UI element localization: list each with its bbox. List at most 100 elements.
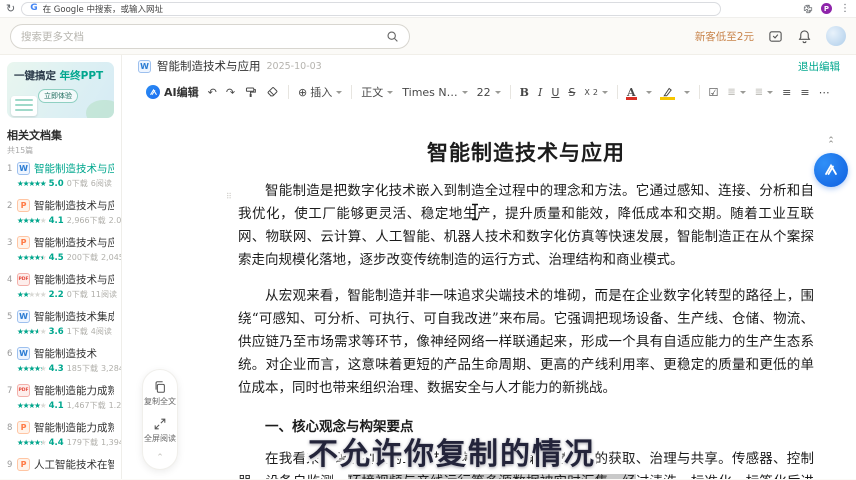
- doc-item-rating: 3.6: [49, 327, 64, 337]
- search-icon[interactable]: [386, 30, 399, 43]
- promo-banner[interactable]: 一键搞定 年终PPT 立即体验: [7, 62, 114, 118]
- format-painter-icon[interactable]: [244, 86, 257, 99]
- editor-toolbar: AI编辑 ↶ ↷ ⊕插入 正文 Times N… 22 B I U S X2 A: [122, 77, 856, 107]
- bell-icon[interactable]: [797, 29, 812, 44]
- doc-item-title[interactable]: 智能制造技术与应用: [34, 198, 114, 213]
- chevron-down-icon: [646, 91, 652, 94]
- browser-menu-icon[interactable]: ⋮: [840, 3, 850, 14]
- banner-cta-button[interactable]: 立即体验: [38, 89, 78, 103]
- w-file-icon: W: [17, 310, 30, 323]
- banner-title-accent: 年终PPT: [60, 70, 104, 82]
- doc-item-rating: 4.3: [49, 364, 64, 374]
- sidebar-section-title: 相关文档集: [7, 127, 114, 143]
- related-doc-item[interactable]: 6W智能制造技术★★★★★★★★★★4.3185下载3,284阅读: [7, 346, 114, 374]
- doc-item-title[interactable]: 智能制造技术: [34, 346, 97, 361]
- ai-assistant-button[interactable]: [814, 153, 848, 187]
- chevron-down-icon: [602, 91, 608, 94]
- doc-item-rank: 2: [7, 201, 13, 211]
- subscript-button[interactable]: X2: [584, 88, 608, 97]
- numbered-list-button[interactable]: ≣: [727, 87, 745, 98]
- doc-item-rating: 4.1: [49, 401, 64, 411]
- more-tools-button[interactable]: ⋯: [819, 86, 830, 99]
- strikethrough-button[interactable]: S: [568, 86, 575, 99]
- doc-item-downloads: 179下载: [67, 437, 98, 448]
- document-page: 智能制造技术与应用 智能制造是把数字化技术嵌入到制造全过程中的理念和方法。它通过…: [238, 107, 814, 479]
- related-doc-item[interactable]: 8P智能制造能力成熟度…★★★★★★★★★★4.4179下载1,394阅读: [7, 420, 114, 448]
- font-family-dropdown[interactable]: Times N…: [402, 86, 467, 99]
- doc-item-title[interactable]: 智能制造技术集成与…: [34, 309, 114, 324]
- fullscreen-icon: [153, 417, 167, 431]
- reload-icon[interactable]: ↻: [6, 3, 15, 14]
- related-doc-item[interactable]: 9P人工智能技术在智能: [7, 457, 114, 472]
- doc-item-title[interactable]: 智能制造能力成熟度…: [34, 383, 114, 398]
- font-size-dropdown[interactable]: 22: [477, 86, 501, 99]
- eraser-icon[interactable]: [266, 86, 279, 99]
- doc-item-title[interactable]: 智能制造技术与应用: [34, 235, 114, 250]
- doc-item-title[interactable]: 智能制造技术与应用: [34, 272, 114, 287]
- doc-paragraph-1: 智能制造是把数字化技术嵌入到制造全过程中的理念和方法。它通过感知、连接、分析和自…: [238, 180, 814, 272]
- doc-item-title[interactable]: 智能制造技术与应用: [34, 161, 114, 176]
- doc-item-reads: 3,284阅读: [101, 363, 122, 374]
- document-canvas[interactable]: ⠿ 智能制造技术与应用 智能制造是把数字化技术嵌入到制造全过程中的理念和方法。它…: [122, 107, 856, 479]
- document-date: 2025-10-03: [267, 61, 322, 72]
- sidebar-doc-count: 共15篇: [7, 145, 114, 156]
- insert-button[interactable]: ⊕插入: [298, 84, 342, 100]
- doc-search-input[interactable]: 搜索更多文档: [10, 24, 410, 49]
- doc-item-title[interactable]: 人工智能技术在智能: [34, 457, 114, 472]
- video-subtitle-overlay: 不允许你复制的情况: [172, 429, 732, 473]
- related-doc-item[interactable]: 1W智能制造技术与应用★★★★★★★★★★5.00下载6阅读: [7, 161, 114, 189]
- paragraph-style-dropdown[interactable]: 正文: [361, 84, 393, 100]
- bold-button[interactable]: B: [520, 86, 529, 99]
- star-rating-icon: ★★★★★★★★★★: [17, 254, 46, 262]
- underline-button[interactable]: U: [551, 86, 559, 99]
- browser-profile-avatar[interactable]: P: [821, 3, 832, 14]
- font-color-button[interactable]: A: [627, 86, 636, 99]
- indent-button[interactable]: ≡: [782, 86, 791, 99]
- checkbox-list-button[interactable]: ☑: [709, 86, 719, 99]
- doc-paragraph-2: 从宏观来看，智能制造并非一味追求尖端技术的堆砌，而是在企业数字化转型的路径上，围…: [238, 285, 814, 400]
- related-doc-item[interactable]: 5W智能制造技术集成与…★★★★★★★★★★3.61下载4阅读: [7, 309, 114, 337]
- chevron-down-icon: [336, 91, 342, 94]
- extensions-icon[interactable]: [803, 4, 813, 14]
- double-chevron-up-icon[interactable]: ⌃⌃: [827, 139, 835, 147]
- exit-edit-button[interactable]: 退出编辑: [798, 59, 840, 74]
- related-doc-item[interactable]: 3P智能制造技术与应用★★★★★★★★★★4.5200下载2,045阅读: [7, 235, 114, 263]
- coupon-box-icon[interactable]: [768, 29, 783, 44]
- italic-button[interactable]: I: [538, 86, 542, 99]
- word-file-icon: W: [138, 60, 151, 73]
- undo-button[interactable]: ↶: [208, 86, 217, 99]
- doc-item-rank: 7: [7, 386, 13, 396]
- related-doc-item[interactable]: 4PDF智能制造技术与应用★★★★★★★★★★2.20下载11阅读: [7, 272, 114, 300]
- app-frame: ↻ G 在 Google 中搜索，或输入网址 P ⋮ 搜索更多文档 新客低至2元…: [0, 0, 856, 480]
- address-bar-text: 在 Google 中搜索，或输入网址: [43, 3, 163, 15]
- related-docs-sidebar: 一键搞定 年终PPT 立即体验 相关文档集 共15篇 1W智能制造技术与应用★★…: [0, 55, 122, 479]
- ai-edit-button[interactable]: AI编辑: [146, 84, 199, 100]
- document-header: W 智能制造技术与应用 2025-10-03 退出编辑: [122, 55, 856, 77]
- collapse-chevron-icon[interactable]: ⌃: [156, 454, 164, 463]
- document-title-label: 智能制造技术与应用: [157, 58, 261, 74]
- banner-blob-decoration: [86, 100, 114, 118]
- related-doc-list: 1W智能制造技术与应用★★★★★★★★★★5.00下载6阅读2P智能制造技术与应…: [7, 161, 114, 472]
- search-placeholder: 搜索更多文档: [21, 29, 386, 44]
- user-avatar[interactable]: [826, 26, 846, 46]
- doc-item-reads: 6阅读: [91, 178, 112, 189]
- paragraph-drag-handle[interactable]: ⠿: [226, 192, 233, 201]
- doc-item-downloads: 2,966下载: [67, 215, 106, 226]
- doc-title-text: 智能制造技术与应用: [238, 107, 814, 167]
- star-rating-icon: ★★★★★★★★★★: [17, 328, 46, 336]
- doc-item-rating: 4.1: [49, 216, 64, 226]
- doc-item-title[interactable]: 智能制造能力成熟度…: [34, 420, 114, 435]
- related-doc-item[interactable]: 7PDF智能制造能力成熟度…★★★★★★★★★★4.11,467下载1.29W阅…: [7, 383, 114, 411]
- bullet-list-button[interactable]: ≣: [755, 87, 773, 98]
- line-spacing-button[interactable]: ≡: [800, 86, 809, 99]
- doc-item-reads: 11阅读: [91, 289, 117, 300]
- highlight-color-button[interactable]: [661, 86, 674, 99]
- doc-item-rating: 5.0: [49, 179, 64, 189]
- related-doc-item[interactable]: 2P智能制造技术与应用★★★★★★★★★★4.12,966下载2.03W阅读: [7, 198, 114, 226]
- copy-fulltext-button[interactable]: 复制全文: [144, 380, 176, 407]
- doc-item-reads: 1.29W阅读: [109, 400, 122, 411]
- redo-button[interactable]: ↷: [226, 86, 235, 99]
- doc-item-rank: 5: [7, 312, 13, 322]
- address-bar[interactable]: G 在 Google 中搜索，或输入网址: [21, 2, 721, 16]
- promo-text[interactable]: 新客低至2元: [695, 29, 754, 44]
